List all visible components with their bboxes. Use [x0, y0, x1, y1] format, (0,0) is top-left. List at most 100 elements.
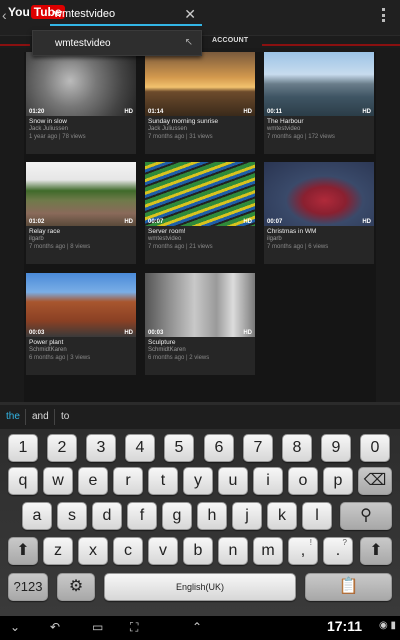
- language-label: English(UK): [175, 582, 224, 592]
- video-thumbnail[interactable]: 00:03 HD: [145, 273, 255, 337]
- hd-badge: HD: [243, 330, 252, 336]
- key-p[interactable]: p: [323, 467, 353, 495]
- word-suggestion[interactable]: and: [32, 411, 49, 422]
- key-m[interactable]: m: [253, 537, 283, 565]
- comma-key[interactable]: , !: [288, 537, 318, 565]
- key-e[interactable]: e: [78, 467, 108, 495]
- video-thumbnail[interactable]: 00:07 HD: [264, 162, 374, 226]
- backspace-key[interactable]: ⌫: [358, 467, 392, 495]
- video-author: ilgarb: [29, 236, 44, 242]
- back-icon[interactable]: ↶: [50, 620, 60, 634]
- key-9[interactable]: 9: [321, 434, 351, 462]
- shift-icon: ⬆: [369, 542, 383, 559]
- key-7[interactable]: 7: [243, 434, 273, 462]
- backspace-icon: ⌫: [363, 472, 387, 489]
- suggestion-divider: [25, 409, 26, 425]
- search-suggestion-item[interactable]: wmtestvideo ↖: [32, 30, 202, 56]
- video-duration: 00:03: [29, 330, 45, 336]
- screenshot-icon[interactable]: ⛶: [130, 620, 138, 635]
- symbols-key[interactable]: ?123: [8, 573, 48, 601]
- key-h[interactable]: h: [197, 502, 227, 530]
- key-y[interactable]: y: [183, 467, 213, 495]
- chevron-left-icon[interactable]: ‹: [2, 7, 7, 23]
- shift-key-left[interactable]: ⬆: [8, 537, 38, 565]
- key-v[interactable]: v: [148, 537, 178, 565]
- status-icons: ◉ ▮: [379, 620, 396, 631]
- video-card[interactable]: 01:02 HD Relay race ilgarb 7 months ago …: [26, 162, 136, 264]
- clipboard-key[interactable]: 📋: [305, 573, 392, 601]
- key-i[interactable]: i: [253, 467, 283, 495]
- key-1[interactable]: 1: [8, 434, 38, 462]
- video-card[interactable]: 01:14 HD Sunday morning sunrise Jack Jul…: [145, 52, 255, 154]
- key-z[interactable]: z: [43, 537, 73, 565]
- search-input[interactable]: [50, 4, 175, 24]
- overflow-menu-icon[interactable]: [382, 8, 386, 22]
- key-x[interactable]: x: [78, 537, 108, 565]
- video-card[interactable]: 00:07 HD Christmas in WM ilgarb 7 months…: [264, 162, 374, 264]
- video-card[interactable]: 00:07 HD Server room! wmtestvideo 7 mont…: [145, 162, 255, 264]
- video-card[interactable]: 01:20 HD Snow in slow Jack Juliussen 1 y…: [26, 52, 136, 154]
- video-title: Sculpture: [148, 339, 176, 346]
- search-key[interactable]: ⚲: [340, 502, 392, 530]
- key-b[interactable]: b: [183, 537, 213, 565]
- hd-badge: HD: [124, 109, 133, 115]
- key-a[interactable]: a: [22, 502, 52, 530]
- key-q[interactable]: q: [8, 467, 38, 495]
- period-key[interactable]: . ?: [323, 537, 353, 565]
- wifi-icon: ◉: [378, 620, 388, 631]
- key-l[interactable]: l: [302, 502, 332, 530]
- key-t[interactable]: t: [148, 467, 178, 495]
- key-r[interactable]: r: [113, 467, 143, 495]
- video-card[interactable]: 00:03 HD Sculpture SchmidtKaren 6 months…: [145, 273, 255, 375]
- video-thumbnail[interactable]: 01:20 HD: [26, 52, 136, 116]
- key-n[interactable]: n: [218, 537, 248, 565]
- key-f[interactable]: f: [127, 502, 157, 530]
- video-author: SchmidtKaren: [148, 347, 186, 353]
- video-author: Jack Juliussen: [148, 126, 188, 132]
- video-thumbnail[interactable]: 01:14 HD: [145, 52, 255, 116]
- key-j[interactable]: j: [232, 502, 262, 530]
- key-0[interactable]: 0: [360, 434, 390, 462]
- search-field[interactable]: ✕: [50, 4, 202, 26]
- key-s[interactable]: s: [57, 502, 87, 530]
- space-key[interactable]: English(UK): [104, 573, 296, 601]
- key-c[interactable]: c: [113, 537, 143, 565]
- word-suggestion[interactable]: to: [61, 411, 69, 422]
- key-2[interactable]: 2: [47, 434, 77, 462]
- key-5[interactable]: 5: [164, 434, 194, 462]
- video-duration: 00:03: [148, 330, 164, 336]
- video-author: SchmidtKaren: [29, 347, 67, 353]
- video-card[interactable]: 00:11 HD The Harbour wmtestvideo 7 month…: [264, 52, 374, 154]
- key-3[interactable]: 3: [86, 434, 116, 462]
- suggestion-divider: [54, 409, 55, 425]
- video-thumbnail[interactable]: 00:03 HD: [26, 273, 136, 337]
- arrow-up-left-icon[interactable]: ↖: [185, 37, 193, 48]
- video-thumbnail[interactable]: 01:02 HD: [26, 162, 136, 226]
- video-author: ilgarb: [267, 236, 282, 242]
- tab-account[interactable]: ACCOUNT: [212, 37, 248, 44]
- shift-key-right[interactable]: ⬆: [360, 537, 392, 565]
- video-card[interactable]: 00:03 HD Power plant SchmidtKaren 6 mont…: [26, 273, 136, 375]
- settings-key[interactable]: ⚙: [57, 573, 95, 601]
- key-d[interactable]: d: [92, 502, 122, 530]
- key-6[interactable]: 6: [204, 434, 234, 462]
- key-k[interactable]: k: [267, 502, 297, 530]
- video-meta: 7 months ago | 8 views: [29, 244, 91, 250]
- key-w[interactable]: w: [43, 467, 73, 495]
- key-4[interactable]: 4: [125, 434, 155, 462]
- video-duration: 00:07: [267, 219, 283, 225]
- word-suggestion[interactable]: the: [6, 411, 20, 422]
- key-u[interactable]: u: [218, 467, 248, 495]
- recent-apps-icon[interactable]: ▭: [92, 620, 103, 634]
- video-thumbnail[interactable]: 00:11 HD: [264, 52, 374, 116]
- key-g[interactable]: g: [162, 502, 192, 530]
- video-title: Server room!: [148, 228, 186, 235]
- key-o[interactable]: o: [288, 467, 318, 495]
- key-8[interactable]: 8: [282, 434, 312, 462]
- search-icon: ⚲: [360, 507, 372, 524]
- close-icon[interactable]: ✕: [184, 6, 196, 23]
- home-icon[interactable]: ⌃: [192, 620, 202, 634]
- video-thumbnail[interactable]: 00:07 HD: [145, 162, 255, 226]
- keyboard-hide-icon[interactable]: ⌄: [10, 620, 20, 634]
- video-duration: 01:02: [29, 219, 45, 225]
